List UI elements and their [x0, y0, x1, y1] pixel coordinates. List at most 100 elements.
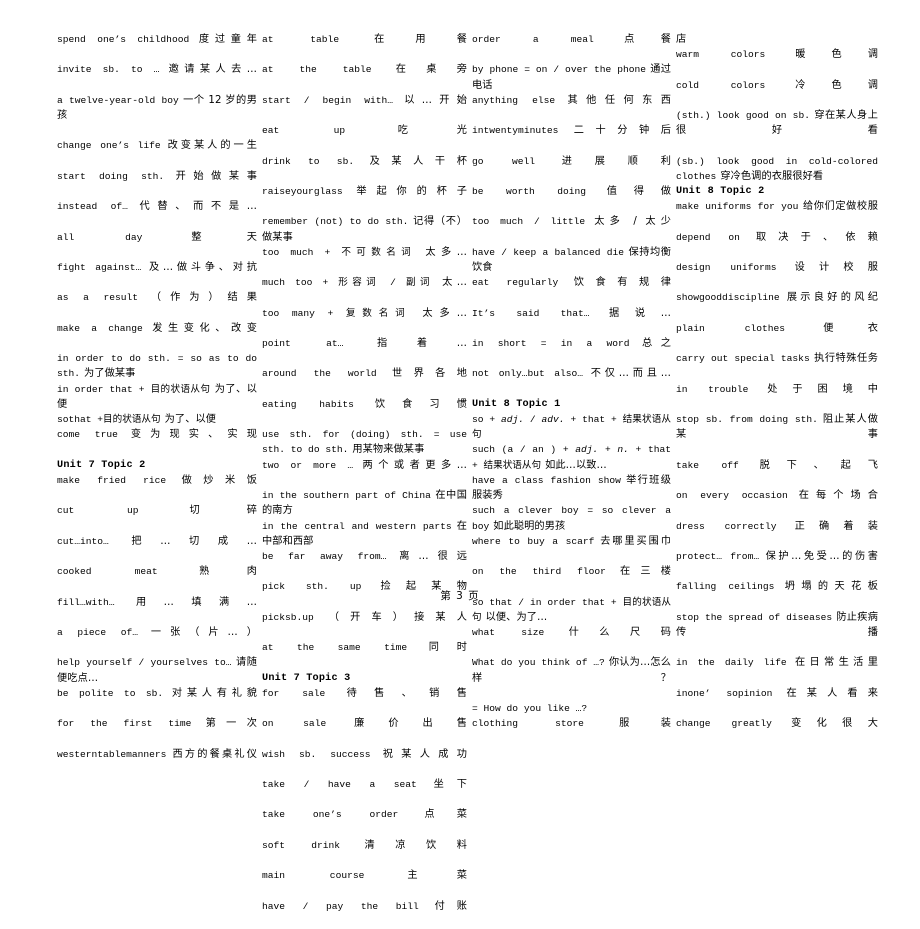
- glossary-entry-chinese: 其他任何东西: [559, 94, 672, 106]
- glossary-entry-english: cut up: [57, 505, 139, 517]
- glossary-entry: change greatly 变化很大: [676, 716, 878, 746]
- glossary-entry: remember (not) to do sth. 记得（不）做某事: [262, 214, 467, 244]
- glossary-entry-english: cold colors: [676, 79, 766, 91]
- unit-topic-heading: Unit 8 Topic 2: [676, 186, 765, 198]
- glossary-entry-english: invite sb. to …: [57, 64, 160, 76]
- glossary-entry-chinese: 处于困境中: [752, 383, 878, 395]
- glossary-entry-chinese: 进展顺利: [539, 155, 671, 167]
- glossary-entry-english: start doing sth.: [57, 170, 165, 182]
- glossary-entry: a twelve-year-old boy 一个 12 岁的男孩: [57, 93, 257, 139]
- glossary-entry-chinese: 饮食有规律: [562, 277, 671, 289]
- glossary-entry-english: anything else: [472, 94, 556, 106]
- glossary-entry: in order to do sth. = so as to do sth. 为…: [57, 351, 257, 381]
- glossary-entry-chinese: 世界各地: [380, 368, 467, 380]
- glossary-entry-chinese: 如此聪明的男孩: [493, 520, 566, 532]
- glossary-entry-english: inone’ sopinion: [676, 687, 773, 699]
- glossary-entry: plain clothes 便衣: [676, 321, 878, 351]
- glossary-entry-english: protect… from…: [676, 550, 760, 562]
- glossary-entry: What do you think of …? 你认为…怎么样？: [472, 655, 671, 701]
- glossary-entry-english: for the first time: [57, 718, 192, 730]
- glossary-entry-english: by phone = on / over the phone: [472, 64, 647, 76]
- glossary-entry: drink to sb. 及某人干杯: [262, 154, 467, 184]
- glossary-entry: dress correctly 正确着装: [676, 519, 878, 549]
- glossary-entry: two or more … 两个或者更多…: [262, 458, 467, 488]
- glossary-entry-english: order a meal: [472, 34, 594, 45]
- glossary-entry-english: main course: [262, 870, 365, 882]
- glossary-entry-chinese: 熟肉: [161, 566, 257, 578]
- glossary-entry: so + adj. / adv. + that + 结果状语从句: [472, 412, 671, 442]
- glossary-entry: a piece of… 一张（片…）: [57, 625, 257, 655]
- glossary-entry: as a result （作为）结果: [57, 290, 257, 320]
- glossary-entry-chinese: 祝某人成功: [374, 748, 467, 760]
- column-1: spend one’s childhood 度过童年 invite sb. to …: [57, 32, 262, 777]
- glossary-entry-english: at the same time: [262, 642, 408, 654]
- glossary-entry-english: in the daily life: [676, 657, 787, 669]
- glossary-entry-chinese: 什么尺码: [548, 626, 671, 638]
- glossary-entry: warm colors 暖色调: [676, 47, 878, 77]
- glossary-entry: point at… 指着…: [262, 336, 467, 366]
- glossary-entry-chinese: 西方的餐桌礼仪: [170, 748, 257, 760]
- glossary-entry-english: on the third floor: [472, 566, 606, 578]
- glossary-entry-english: take off: [676, 459, 739, 471]
- glossary-entry-english: spend one’s childhood: [57, 34, 190, 45]
- glossary-entry-chinese: 用某物来做某事: [352, 444, 425, 456]
- glossary-entry-chinese: 值得做: [590, 186, 671, 198]
- glossary-entry: stop sb. from doing sth. 阻止某人做某事: [676, 412, 878, 458]
- glossary-entry-english: change one’s life: [57, 140, 161, 152]
- glossary-entry-chinese: 廉价出售: [330, 718, 467, 730]
- glossary-entry-chinese: 在桌旁: [375, 64, 467, 76]
- glossary-entry: westerntablemanners 西方的餐桌礼仪: [57, 747, 257, 777]
- glossary-entry: all day 整天: [57, 230, 257, 260]
- column-2: at table 在用餐 at the table 在桌旁 start / begi…: [262, 32, 472, 929]
- glossary-entry-english: cooked meat: [57, 566, 158, 578]
- glossary-entry-chinese: 付账: [422, 900, 468, 912]
- glossary-entry-english: make a change: [57, 322, 143, 334]
- glossary-entry-chinese: 指着…: [347, 338, 467, 350]
- glossary-entry: start doing sth. 开始做某事: [57, 169, 257, 199]
- glossary-entry-chinese: 两个或者更多…: [357, 459, 468, 471]
- unit-topic-heading: Unit 7 Topic 3: [262, 672, 351, 684]
- glossary-entry-english: for sale: [262, 687, 326, 699]
- glossary-entry: depend on 取决于、依赖: [676, 230, 878, 260]
- glossary-entry-english: warm colors: [676, 49, 766, 61]
- glossary-entry-chinese: 服装: [587, 718, 671, 730]
- glossary-entry-chinese: 主菜: [368, 870, 467, 882]
- glossary-entry: have / pay the bill 付账: [262, 899, 467, 929]
- glossary-entry-english: come true: [57, 429, 118, 441]
- glossary-entry-chinese: 清凉饮料: [344, 839, 467, 851]
- glossary-entry-english: not only…but also…: [472, 368, 584, 380]
- glossary-entry: too much / little 太多 / 太少: [472, 214, 671, 244]
- glossary-entry-english: instead of…: [57, 201, 128, 213]
- glossary-entry-chinese: 吃光: [349, 125, 467, 137]
- glossary-entry-english: too much + 不可数名词: [262, 246, 417, 258]
- glossary-entry-english: = How do you like …?: [472, 702, 588, 714]
- glossary-entry-chinese: 取决于、依赖: [743, 231, 878, 243]
- glossary-entry: at the same time 同时: [262, 640, 467, 670]
- glossary-entry-chinese: 二十分钟后: [562, 125, 671, 137]
- glossary-entry: make fried rice 做炒米饭: [57, 473, 257, 503]
- glossary-entry: come true 变为现实、实现: [57, 427, 257, 457]
- glossary-entry-english: soft drink: [262, 839, 341, 851]
- glossary-entry: be polite to sb. 对某人有礼貌: [57, 686, 257, 716]
- glossary-entry-english: picksb.up: [262, 611, 314, 623]
- glossary-entry: have / keep a balanced die 保持均衡饮食: [472, 245, 671, 275]
- glossary-entry: make a change 发生变化、改变: [57, 321, 257, 351]
- glossary-entry-chinese: 第一次: [195, 718, 257, 730]
- glossary-entry-english: raiseyourglass: [262, 186, 343, 198]
- glossary-entry: sothat +目的状语从句 为了、以便: [57, 412, 257, 427]
- glossary-entry: be worth doing 值得做: [472, 184, 671, 214]
- glossary-entry-chinese: 如此…以致…: [545, 459, 607, 471]
- glossary-entry: make uniforms for you 给你们定做校服: [676, 199, 878, 229]
- glossary-entry: in trouble 处于困境中: [676, 382, 878, 412]
- glossary-entry-english: depend on: [676, 231, 740, 243]
- glossary-entry: much too + 形容词 / 副词 太…: [262, 275, 467, 305]
- glossary-entry-english: make uniforms for you: [676, 201, 799, 213]
- glossary-entry-chinese: 在每个场合: [791, 490, 879, 502]
- glossary-entry-english: change greatly: [676, 718, 772, 730]
- glossary-entry: in the southern part of China 在中国的南方: [262, 488, 467, 518]
- glossary-entry: around the world 世界各地: [262, 366, 467, 396]
- glossary-entry: cut…into… 把…切成…: [57, 534, 257, 564]
- glossary-entry-english: It’s said that…: [472, 307, 590, 319]
- glossary-entry-english: have a class fashion show: [472, 474, 621, 486]
- glossary-entry-english: around the world: [262, 368, 377, 380]
